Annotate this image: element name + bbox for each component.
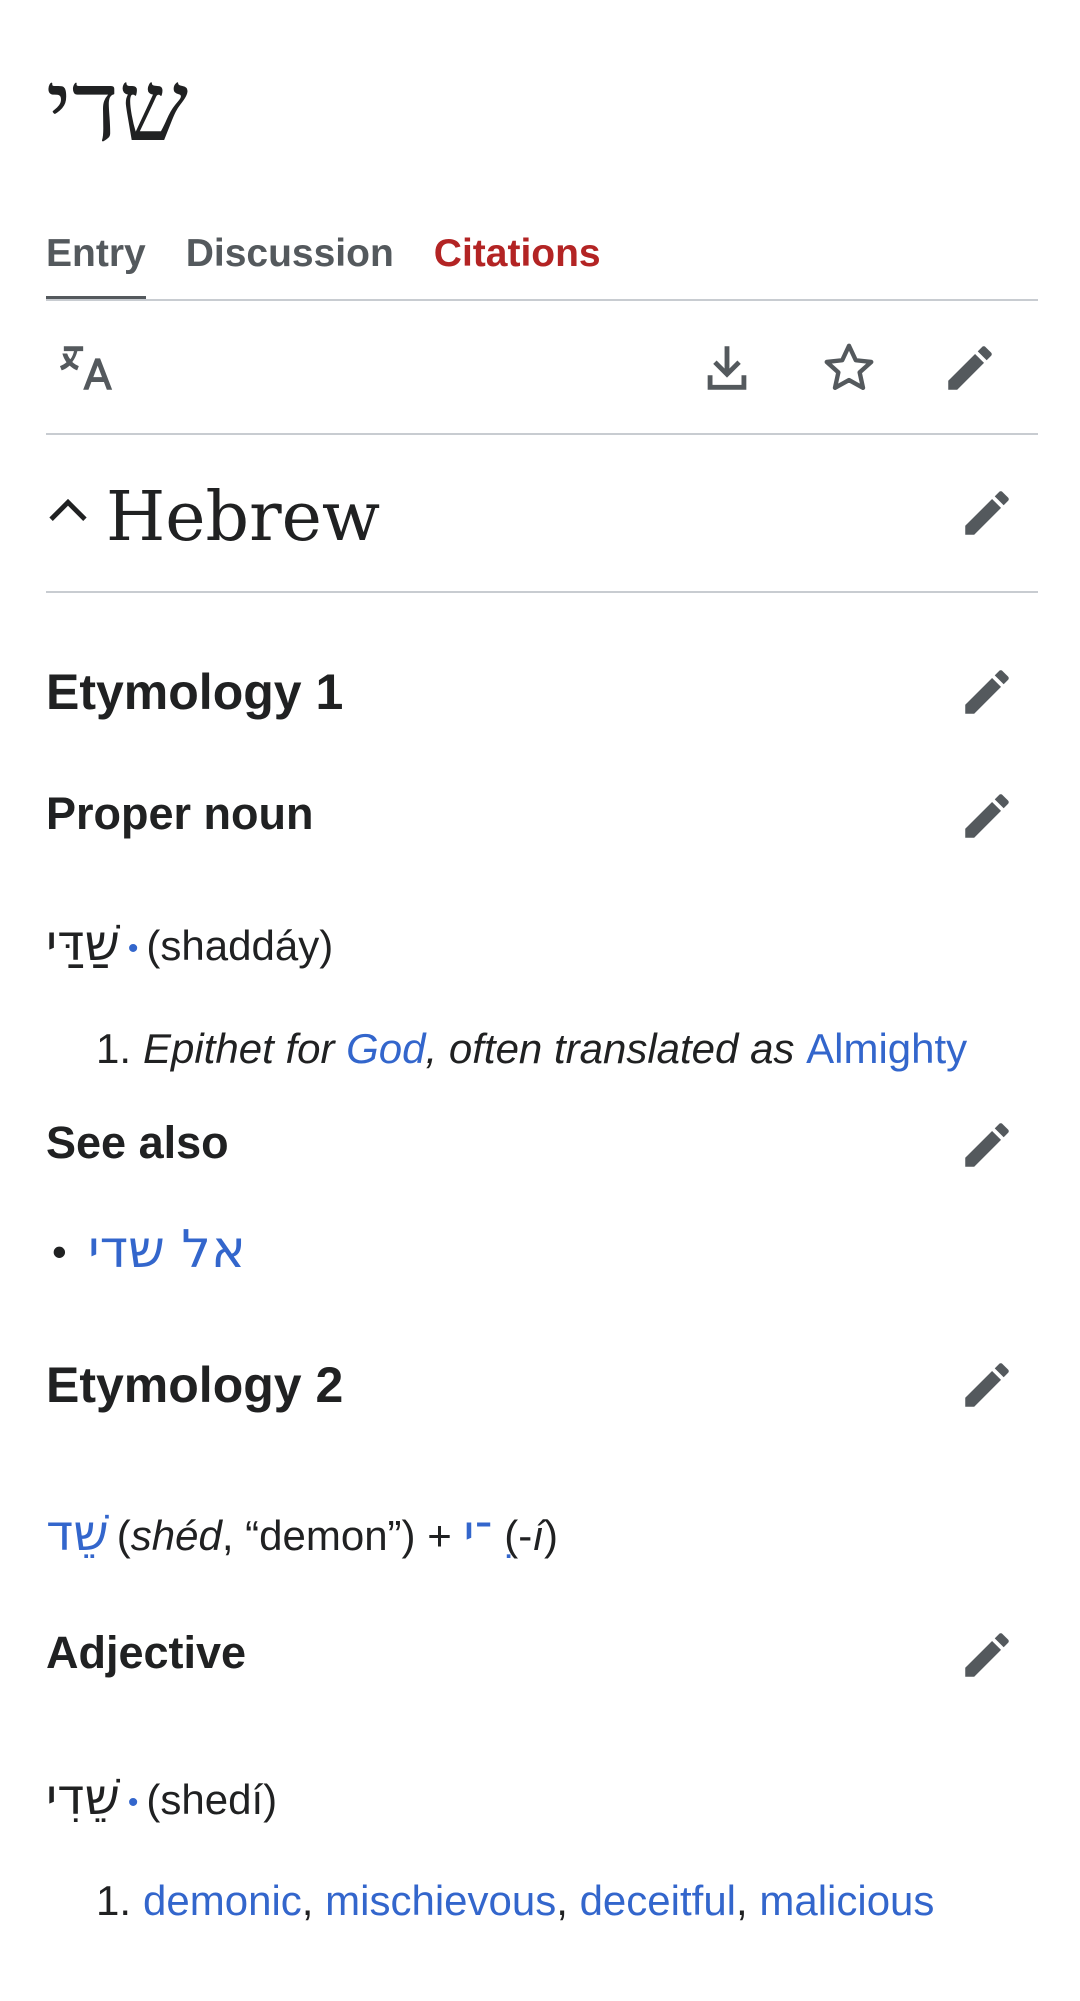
tab-citations[interactable]: Citations bbox=[434, 232, 601, 298]
chevron-up-icon[interactable] bbox=[36, 480, 100, 544]
separator: , bbox=[736, 1877, 760, 1924]
edit-page-pencil-icon[interactable] bbox=[938, 336, 1002, 400]
ety-translit: í bbox=[532, 1512, 544, 1559]
etymology-2-text: שֵׁד (shéd, “demon”) + ִ־י (-í) bbox=[46, 1508, 558, 1558]
link-malicious[interactable]: malicious bbox=[759, 1877, 934, 1924]
bullet-dot: • bbox=[127, 1785, 139, 1819]
headword: שַׁדַּי bbox=[46, 914, 120, 972]
tab-bar: Entry Discussion Citations bbox=[46, 232, 641, 301]
separator: , bbox=[301, 1877, 326, 1924]
list-bullet: • bbox=[52, 1228, 67, 1275]
link-mischievous[interactable]: mischievous bbox=[325, 1877, 556, 1924]
edit-proper-noun-pencil-icon[interactable] bbox=[955, 784, 1019, 848]
link-shed[interactable]: שֵׁד bbox=[46, 1504, 109, 1562]
definition-text: , often translated as bbox=[425, 1025, 807, 1072]
separator: , bbox=[556, 1877, 580, 1924]
edit-etymology1-pencil-icon[interactable] bbox=[955, 660, 1019, 724]
ety-paren: ( bbox=[116, 1512, 131, 1559]
download-icon[interactable] bbox=[695, 336, 759, 400]
see-also-heading: See also bbox=[46, 1117, 229, 1168]
tabs-divider bbox=[46, 299, 1038, 301]
headword: שֵׁדִי bbox=[46, 1768, 120, 1826]
link-suffix[interactable]: ִ־י bbox=[463, 1504, 492, 1562]
transliteration: (shaddáy) bbox=[146, 922, 334, 969]
definition-1: 1. Epithet for God, often translated as A… bbox=[96, 1028, 967, 1070]
proper-noun-heading: Proper noun bbox=[46, 788, 314, 839]
link-demonic[interactable]: demonic bbox=[143, 1877, 302, 1924]
headword-line: שֵׁדִי • (shedí) bbox=[46, 1772, 277, 1822]
ety-gloss: , “demon”) + bbox=[221, 1512, 464, 1559]
see-also-link[interactable]: אל שדי bbox=[88, 1220, 246, 1280]
transliteration: (shedí) bbox=[146, 1776, 278, 1823]
tab-discussion[interactable]: Discussion bbox=[186, 232, 394, 298]
tab-entry[interactable]: Entry bbox=[46, 232, 146, 301]
link-deceitful[interactable]: deceitful bbox=[580, 1877, 736, 1924]
toolbar-divider bbox=[46, 433, 1038, 435]
language-heading[interactable]: Hebrew bbox=[106, 484, 380, 552]
definition-number: 1. bbox=[96, 1025, 132, 1072]
link-almighty[interactable]: Almighty bbox=[806, 1025, 967, 1072]
ety-translit: shéd bbox=[130, 1512, 222, 1559]
headword-line: שַׁדַּי • (shaddáy) bbox=[46, 918, 333, 968]
translate-icon[interactable] bbox=[56, 336, 120, 400]
etymology-1-heading: Etymology 1 bbox=[46, 664, 344, 720]
definition-text: Epithet for bbox=[143, 1025, 347, 1072]
edit-etymology2-pencil-icon[interactable] bbox=[955, 1353, 1019, 1417]
etymology-2-heading: Etymology 2 bbox=[46, 1357, 344, 1413]
ety-paren: ) bbox=[543, 1512, 558, 1559]
edit-see-also-pencil-icon[interactable] bbox=[955, 1113, 1019, 1177]
adjective-heading: Adjective bbox=[46, 1627, 247, 1678]
bullet-dot: • bbox=[127, 931, 139, 965]
link-god[interactable]: God bbox=[346, 1025, 425, 1072]
edit-hebrew-pencil-icon[interactable] bbox=[955, 481, 1019, 545]
page-title: שדי bbox=[46, 50, 189, 164]
definition-number: 1. bbox=[96, 1877, 132, 1924]
edit-adjective-pencil-icon[interactable] bbox=[955, 1623, 1019, 1687]
language-divider bbox=[46, 591, 1038, 593]
definition-1: 1. demonic, mischievous, deceitful, malic… bbox=[96, 1880, 934, 1922]
ety-paren: (- bbox=[492, 1512, 533, 1559]
star-icon[interactable] bbox=[817, 336, 881, 400]
